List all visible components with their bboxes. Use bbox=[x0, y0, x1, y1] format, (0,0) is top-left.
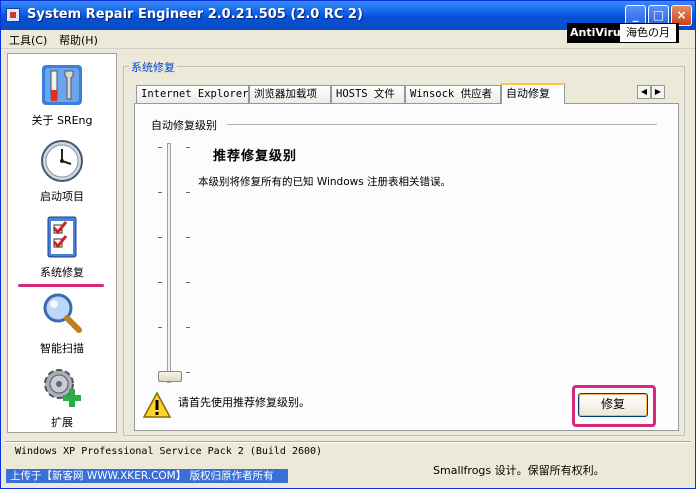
slider-tick bbox=[186, 237, 190, 238]
app-icon bbox=[6, 8, 20, 22]
sidebar: 关于 SREng 启动项目 系统修复 智能扫描 扩展 bbox=[7, 53, 117, 433]
magnifier-icon bbox=[43, 293, 82, 333]
copyright-text: Smallfrogs 设计。保留所有权利。 bbox=[433, 464, 605, 477]
sidebar-item-label: 系统修复 bbox=[40, 266, 84, 279]
gear-plus-icon bbox=[44, 369, 81, 407]
tab-auto-repair[interactable]: 自动修复 bbox=[501, 83, 565, 104]
sidebar-item-label: 关于 SREng bbox=[31, 114, 93, 127]
tab-winsock-providers[interactable]: Winsock 供应者 bbox=[405, 85, 501, 103]
tab-hosts-file[interactable]: HOSTS 文件 bbox=[331, 85, 405, 103]
os-info: Windows XP Professional Service Pack 2 (… bbox=[15, 446, 323, 457]
slider-tick bbox=[186, 147, 190, 148]
slider-tick bbox=[186, 327, 190, 328]
group-divider bbox=[227, 124, 657, 125]
antivirus-label: AntiVirus bbox=[570, 26, 628, 39]
slider-tick bbox=[158, 327, 162, 328]
group-title: 自动修复级别 bbox=[151, 117, 221, 133]
clock-icon bbox=[41, 140, 83, 182]
tab-scroll-right-button[interactable]: ▶ bbox=[651, 85, 665, 99]
antivirus-overlay: AntiVirus 海色の月 bbox=[567, 23, 679, 43]
fix-button[interactable]: 修复 bbox=[578, 393, 648, 417]
slider-tick bbox=[158, 192, 162, 193]
sidebar-item-startup[interactable]: 启动项目 bbox=[8, 138, 116, 208]
warning-icon bbox=[142, 391, 172, 418]
status-divider bbox=[5, 441, 691, 443]
panel-caption: 系统修复 bbox=[129, 59, 177, 75]
slider-tick bbox=[158, 147, 162, 148]
tab-strip: Internet Explorer 浏览器加载项 HOSTS 文件 Winsoc… bbox=[134, 83, 679, 104]
overlay-tag: 海色の月 bbox=[620, 24, 676, 42]
tab-scroll-left-button[interactable]: ◀ bbox=[637, 85, 651, 99]
sidebar-item-extensions[interactable]: 扩展 bbox=[8, 364, 116, 434]
tab-internet-explorer[interactable]: Internet Explorer bbox=[136, 85, 249, 103]
slider-tick bbox=[186, 192, 190, 193]
arrow-left-icon: ◀ bbox=[640, 87, 648, 96]
close-icon: × bbox=[676, 8, 687, 22]
slider-tick bbox=[186, 372, 190, 373]
status-bar: Windows XP Professional Service Pack 2 (… bbox=[5, 441, 691, 485]
minimize-icon: _ bbox=[632, 8, 639, 22]
slider-tick bbox=[158, 237, 162, 238]
slider-thumb[interactable] bbox=[158, 371, 182, 382]
sidebar-item-about[interactable]: 关于 SREng bbox=[8, 62, 116, 132]
main-window: System Repair Engineer 2.0.21.505 (2.0 R… bbox=[0, 0, 696, 489]
slider-tick bbox=[186, 282, 190, 283]
warning-text: 请首先使用推荐修复级别。 bbox=[178, 396, 310, 409]
window-title: System Repair Engineer 2.0.21.505 (2.0 R… bbox=[27, 7, 363, 22]
upload-note: 上传于【新客网 WWW.XKER.COM】 版权归原作者所有 bbox=[6, 469, 288, 483]
sidebar-item-smart-scan[interactable]: 智能扫描 bbox=[8, 290, 116, 360]
menu-help[interactable]: 帮助(H) bbox=[59, 32, 98, 48]
checklist-icon bbox=[47, 216, 77, 258]
wrench-screwdriver-icon bbox=[42, 65, 82, 105]
sidebar-item-system-repair[interactable]: 系统修复 bbox=[8, 214, 116, 284]
arrow-right-icon: ▶ bbox=[654, 87, 662, 96]
menu-tools[interactable]: 工具(C) bbox=[9, 32, 47, 48]
maximize-icon: □ bbox=[652, 8, 665, 22]
sidebar-item-label: 启动项目 bbox=[40, 190, 84, 203]
sidebar-item-label: 智能扫描 bbox=[40, 342, 84, 355]
level-description: 本级别将修复所有的已知 Windows 注册表相关错误。 bbox=[198, 176, 452, 188]
slider-tick bbox=[158, 282, 162, 283]
selection-highlight bbox=[18, 284, 104, 287]
repair-level-slider[interactable] bbox=[167, 143, 171, 383]
level-title: 推荐修复级别 bbox=[213, 149, 298, 164]
tab-browser-addons[interactable]: 浏览器加载项 bbox=[249, 85, 331, 103]
sidebar-item-label: 扩展 bbox=[51, 416, 73, 429]
